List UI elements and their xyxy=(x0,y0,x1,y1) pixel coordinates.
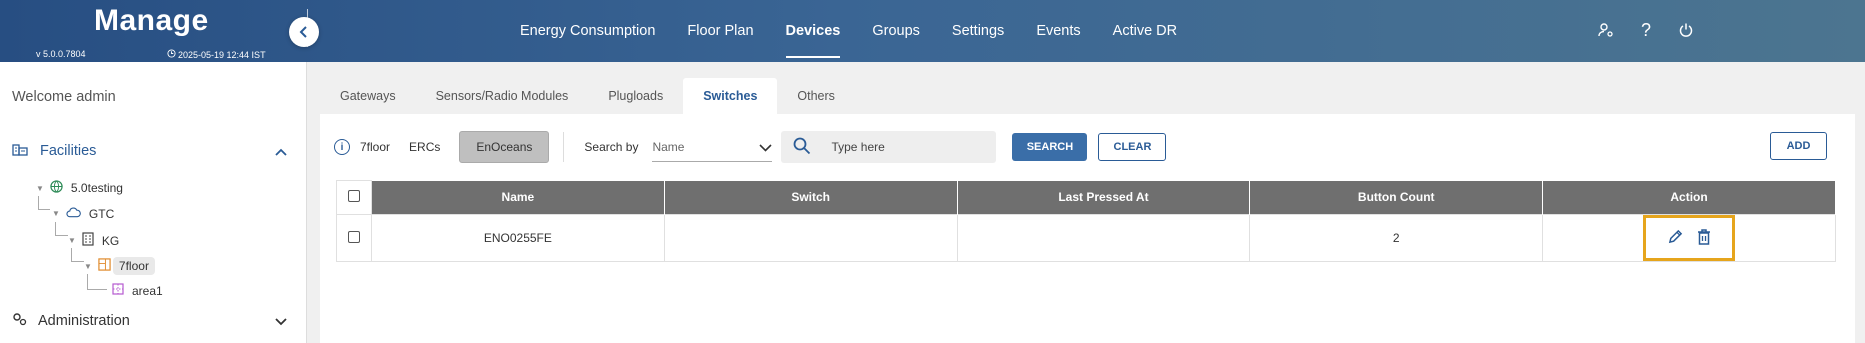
tree-label-area: area1 xyxy=(132,283,163,298)
clock-icon xyxy=(167,49,176,60)
facilities-section-header[interactable]: Facilities xyxy=(12,142,287,160)
chevron-down-icon[interactable] xyxy=(275,314,287,329)
gears-icon xyxy=(12,312,28,330)
building-icon xyxy=(82,232,94,249)
tree-node-building[interactable]: ▼ KG xyxy=(68,232,119,249)
tree-expand-icon[interactable]: ▼ xyxy=(36,184,44,193)
top-header: Manage v 5.0.0.7804 2025-05-19 12:44 IST… xyxy=(0,0,1865,62)
datetime-text: 2025-05-19 12:44 IST xyxy=(178,49,266,60)
administration-label: Administration xyxy=(38,313,130,329)
cell-name: ENO0255FE xyxy=(370,214,665,262)
header-icons: ? xyxy=(1596,18,1696,42)
column-name[interactable]: Name xyxy=(371,180,665,215)
device-tabs: Gateways Sensors/Radio Modules Plugloads… xyxy=(320,78,855,114)
tab-switches[interactable]: Switches xyxy=(683,78,778,114)
select-all-cell xyxy=(336,180,372,215)
table-header-row: Name Switch Last Pressed At Button Count… xyxy=(336,180,1836,215)
sidebar: Welcome admin Facilities ▼ 5.0testing ▼ … xyxy=(0,62,307,343)
nav-active-dr[interactable]: Active DR xyxy=(1113,0,1177,62)
user-settings-icon[interactable] xyxy=(1596,18,1616,42)
column-switch[interactable]: Switch xyxy=(664,180,958,215)
tree-expand-icon[interactable]: ▼ xyxy=(52,209,60,218)
tree-connector xyxy=(71,248,84,262)
tree-expand-icon[interactable]: ▼ xyxy=(84,262,92,271)
clear-button[interactable]: CLEAR xyxy=(1098,133,1167,161)
search-icon xyxy=(793,137,811,158)
power-icon[interactable] xyxy=(1676,18,1696,42)
search-button[interactable]: SEARCH xyxy=(1012,133,1088,161)
nav-groups[interactable]: Groups xyxy=(872,0,920,62)
tree-connector xyxy=(55,222,68,236)
delete-icon[interactable] xyxy=(1697,228,1711,248)
search-input[interactable] xyxy=(831,140,982,154)
area-icon xyxy=(112,283,124,298)
cell-action xyxy=(1542,214,1836,262)
version-label: v 5.0.0.7804 xyxy=(36,49,86,59)
nav-events[interactable]: Events xyxy=(1036,0,1080,62)
select-all-checkbox[interactable] xyxy=(347,190,360,202)
nav-devices[interactable]: Devices xyxy=(785,0,840,62)
cell-last-pressed xyxy=(956,214,1251,262)
search-by-label: Search by xyxy=(584,140,639,154)
datetime-label: 2025-05-19 12:44 IST xyxy=(167,49,266,60)
tree-node-cloud[interactable]: ▼ GTC xyxy=(52,206,114,221)
tree-label-floor: 7floor xyxy=(112,257,155,275)
table-row: ENO0255FE 2 xyxy=(336,214,1836,262)
column-action: Action xyxy=(1542,180,1836,215)
facilities-icon xyxy=(12,142,28,160)
nav-floor-plan[interactable]: Floor Plan xyxy=(687,0,753,62)
cell-button-count: 2 xyxy=(1249,214,1544,262)
tree-label-site: 5.0testing xyxy=(70,181,123,195)
row-checkbox-cell xyxy=(336,214,372,262)
main-nav: Energy Consumption Floor Plan Devices Gr… xyxy=(520,0,1209,62)
column-last-pressed[interactable]: Last Pressed At xyxy=(957,180,1251,215)
help-icon[interactable]: ? xyxy=(1636,18,1656,42)
filter-enoceans[interactable]: EnOceans xyxy=(459,131,550,163)
sidebar-collapse-button[interactable] xyxy=(289,17,319,47)
cloud-icon xyxy=(66,206,81,221)
switches-table: Name Switch Last Pressed At Button Count… xyxy=(336,180,1836,262)
info-icon[interactable]: i xyxy=(334,139,350,155)
tree-node-site[interactable]: ▼ 5.0testing xyxy=(36,180,123,196)
tree-label-building: KG xyxy=(101,233,120,248)
welcome-text: Welcome admin xyxy=(12,89,116,105)
nav-energy-consumption[interactable]: Energy Consumption xyxy=(520,0,655,62)
tree-label-cloud: GTC xyxy=(88,206,115,221)
action-highlight xyxy=(1643,215,1736,261)
tree-connector xyxy=(38,196,50,210)
search-box xyxy=(781,131,997,163)
filter-floor[interactable]: 7floor xyxy=(360,140,390,154)
filter-divider xyxy=(563,132,565,162)
tab-plugloads[interactable]: Plugloads xyxy=(588,78,683,114)
nav-settings[interactable]: Settings xyxy=(952,0,1004,62)
tab-gateways[interactable]: Gateways xyxy=(320,78,416,114)
row-checkbox[interactable] xyxy=(347,230,360,243)
facilities-label: Facilities xyxy=(40,143,97,159)
search-by-value: Name xyxy=(652,139,685,154)
tab-others[interactable]: Others xyxy=(777,78,855,114)
cell-switch xyxy=(663,214,958,262)
chevron-down-icon xyxy=(759,139,773,155)
edit-icon[interactable] xyxy=(1668,229,1683,247)
floor-icon xyxy=(98,258,111,274)
chevron-up-icon[interactable] xyxy=(275,144,287,159)
tree-connector xyxy=(87,274,107,290)
tree-node-area[interactable]: area1 xyxy=(112,283,163,298)
add-button[interactable]: ADD xyxy=(1770,132,1827,160)
chevron-left-icon xyxy=(299,26,307,38)
tree-node-floor[interactable]: ▼ 7floor xyxy=(84,257,155,275)
tab-sensors-radio-modules[interactable]: Sensors/Radio Modules xyxy=(416,78,589,114)
filter-bar: i 7floor ERCs EnOceans Search by Name SE… xyxy=(334,130,1167,164)
app-title: Manage xyxy=(94,4,209,37)
tree-expand-icon[interactable]: ▼ xyxy=(68,236,76,245)
administration-section-header[interactable]: Administration xyxy=(12,312,287,330)
globe-icon xyxy=(50,180,63,196)
search-by-select[interactable]: Name xyxy=(652,132,773,162)
filter-ercs[interactable]: ERCs xyxy=(409,140,440,154)
column-button-count[interactable]: Button Count xyxy=(1249,180,1544,215)
